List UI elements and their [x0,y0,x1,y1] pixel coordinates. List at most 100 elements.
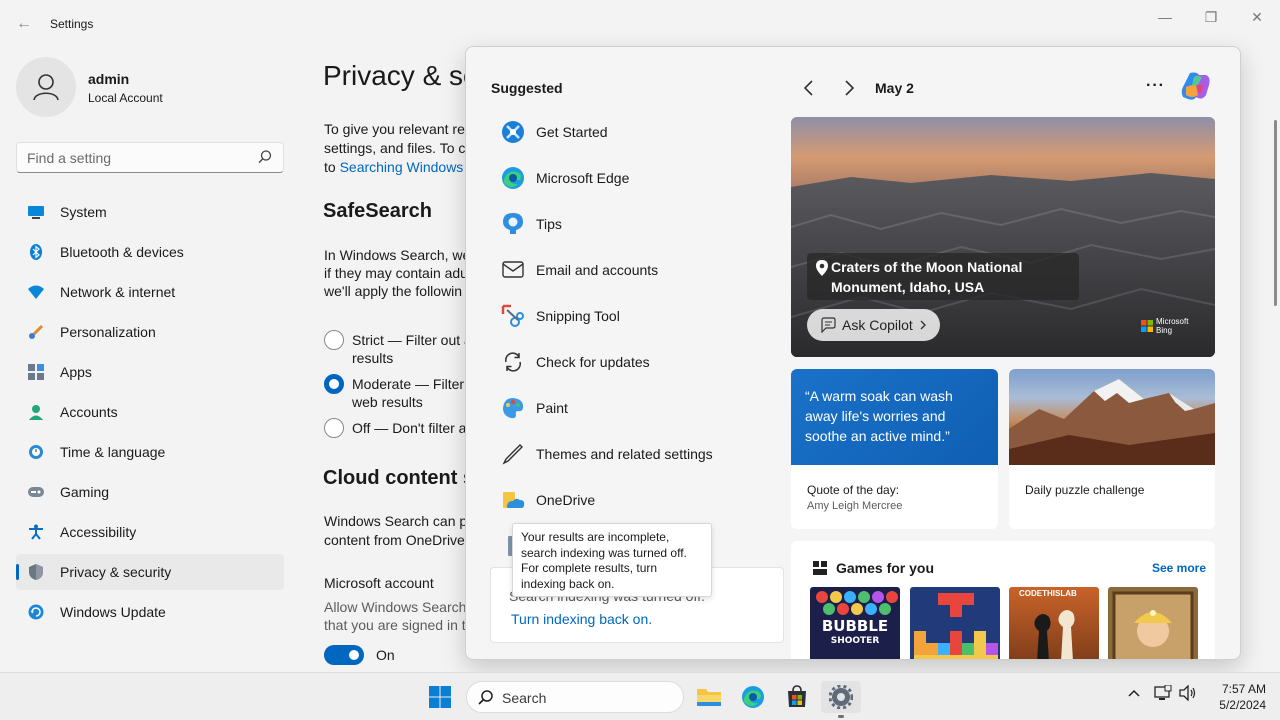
suggested-label: Check for updates [536,354,650,370]
restore-button[interactable]: ❐ [1188,8,1234,28]
copilot-icon[interactable] [1180,71,1212,101]
date-label: May 2 [875,80,914,96]
sidebar-item-gaming[interactable]: Gaming [16,474,284,510]
ask-copilot-label: Ask Copilot [842,317,913,333]
sidebar-item-privacy-security[interactable]: Privacy & security [16,554,284,590]
suggested-list: Get Started Microsoft Edge Tips Email an… [491,109,791,569]
sidebar-item-bluetooth[interactable]: Bluetooth & devices [16,234,284,270]
suggested-item-check-updates[interactable]: Check for updates [491,339,791,385]
sidebar-item-label: Bluetooth & devices [60,244,184,260]
hero-image-card[interactable]: Craters of the Moon National Monument, I… [791,117,1215,357]
game-tile-chess[interactable]: CODETHISLAB [1009,587,1099,659]
location-pin-icon [816,260,828,281]
clock[interactable]: 7:57 AM 5/2/2024 [1196,681,1266,713]
sidebar-item-accounts[interactable]: Accounts [16,394,284,430]
suggested-item-snipping-tool[interactable]: Snipping Tool [491,293,791,339]
sidebar-item-network[interactable]: Network & internet [16,274,284,310]
game-tile-miner[interactable] [1108,587,1198,659]
tooltip-line: Your results are incomplete, [521,530,670,544]
paint-icon [500,395,526,421]
network-status[interactable] [1154,684,1172,704]
person-icon [28,404,44,420]
store-button[interactable] [777,681,817,713]
suggested-item-edge[interactable]: Microsoft Edge [491,155,791,201]
mountain-image [1009,369,1215,465]
suggested-item-get-started[interactable]: Get Started [491,109,791,155]
windows-logo-icon [429,686,451,708]
turn-indexing-on-link[interactable]: Turn indexing back on. [511,611,652,627]
settings-nav: System Bluetooth & devices Network & int… [16,194,284,634]
clock-time: 7:57 AM [1221,682,1266,696]
microsoft-bing-logo: Microsoft Bing [1141,317,1188,335]
indexing-tooltip: Your results are incomplete, search inde… [512,523,712,597]
close-button[interactable]: ✕ [1234,8,1280,28]
see-more-link[interactable]: See more [1152,561,1206,575]
search-flyout: Suggested Get Started Microsoft Edge Tip… [465,46,1241,660]
radio-off[interactable] [324,418,344,438]
suggested-item-themes[interactable]: Themes and related settings [491,431,791,477]
user-profile[interactable]: admin Local Account [16,57,286,119]
more-options-button[interactable]: ··· [1146,77,1165,95]
suggested-label: Themes and related settings [536,446,713,462]
quote-author: Amy Leigh Mercree [807,500,903,512]
sidebar-item-time-language[interactable]: Time & language [16,434,284,470]
puzzle-card[interactable]: Daily puzzle challenge [1009,369,1215,529]
start-button[interactable] [420,681,460,713]
chevron-up-icon [1128,689,1140,697]
sidebar-item-system[interactable]: System [16,194,284,230]
minimize-button[interactable]: — [1142,8,1188,28]
ms-account-desc-2: that you are signed in t [324,617,466,633]
suggested-label: Snipping Tool [536,308,620,324]
chevron-left-icon [803,80,813,96]
hero-caption-line-2: Monument, Idaho, USA [831,279,985,295]
edge-taskbar-button[interactable] [733,681,773,713]
next-day-button[interactable] [840,78,858,98]
radio-moderate[interactable] [324,374,344,394]
settings-taskbar-button[interactable] [821,681,861,713]
sidebar-item-accessibility[interactable]: Accessibility [16,514,284,550]
suggested-label: Tips [536,216,562,232]
quote-text: “A warm soak can wash away life's worrie… [791,369,998,465]
hero-caption[interactable]: Craters of the Moon National Monument, I… [807,253,1079,300]
suggested-item-email-accounts[interactable]: Email and accounts [491,247,791,293]
show-hidden-icons-button[interactable] [1126,685,1142,704]
avatar [16,57,76,117]
snipping-tool-icon [500,303,526,329]
sidebar-item-label: Time & language [60,444,166,460]
microsoft-account-toggle[interactable] [324,645,364,665]
radio-strict[interactable] [324,330,344,350]
system-icon [28,204,44,220]
taskbar-search-box[interactable]: Search [466,681,684,713]
running-indicator [838,715,844,718]
scrollbar[interactable] [1274,120,1277,306]
game-tile-blocks[interactable] [910,587,1000,659]
file-explorer-button[interactable] [689,681,729,713]
sidebar-item-personalization[interactable]: Personalization [16,314,284,350]
person-icon [33,74,59,101]
searching-windows-link[interactable]: Searching Windows [340,159,464,175]
tips-icon [500,211,526,237]
find-setting-search[interactable]: Find a setting [16,142,284,173]
ask-copilot-button[interactable]: Ask Copilot [807,309,940,341]
toggle-state-label: On [376,647,395,663]
game-tile-bubble-shooter[interactable]: BUBBLE SHOOTER [810,587,900,659]
edge-icon [742,686,764,708]
sidebar-item-label: Accounts [60,404,118,420]
volume-control[interactable] [1179,684,1197,704]
intro-text-1: To give you relevant res [324,121,472,137]
prev-day-button[interactable] [800,78,818,98]
suggested-item-paint[interactable]: Paint [491,385,791,431]
suggested-item-onedrive[interactable]: OneDrive [491,477,791,523]
suggested-item-tips[interactable]: Tips [491,201,791,247]
quote-card[interactable]: “A warm soak can wash away life's worrie… [791,369,998,529]
update-icon [28,604,44,620]
back-button[interactable]: ← [14,12,34,36]
refresh-icon [500,349,526,375]
quote-line: soothe an active mind.” [805,428,950,444]
sidebar-item-label: Apps [60,364,92,380]
suggested-title: Suggested [491,80,563,96]
sidebar-item-windows-update[interactable]: Windows Update [16,594,284,630]
sidebar-item-apps[interactable]: Apps [16,354,284,390]
sidebar-item-label: Accessibility [60,524,137,540]
games-title: Games for you [836,560,935,576]
